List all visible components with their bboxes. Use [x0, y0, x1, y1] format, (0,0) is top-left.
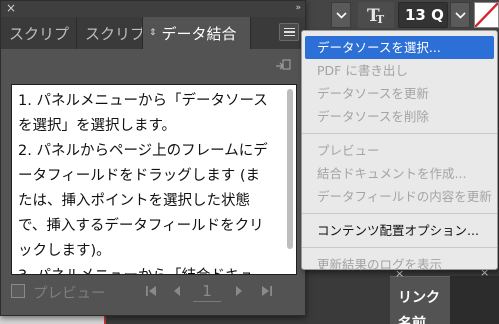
help-step: 2. パネルからページ上のフレームにデータフィールドをドラッグします (または、…: [18, 143, 268, 259]
tab-links[interactable]: リンク: [398, 287, 440, 307]
chevron-down-icon[interactable]: [331, 2, 351, 28]
tab-label: データ結合: [161, 24, 237, 43]
close-icon[interactable]: ×: [6, 1, 16, 15]
background-area: [450, 276, 499, 324]
panel-flyout-menu: データソースを選択... PDF に書き出し データソースを更新 データソースを削除プ…: [301, 30, 498, 272]
panel-footer: プレビュー 1: [1, 278, 305, 306]
menu-item[interactable]: プレビュー: [302, 139, 497, 162]
menu-item[interactable]: コンテンツ配置オプション...: [302, 219, 497, 242]
record-number-field[interactable]: 1: [193, 280, 221, 302]
menu-item[interactable]: データソースを更新: [302, 82, 497, 105]
hamburger-menu-icon[interactable]: [279, 23, 299, 41]
first-record-icon[interactable]: [141, 281, 161, 301]
data-merge-panel: × » スクリプ スクリプ ⇕ データ結合 1. パネルメニューから「データソー…: [0, 0, 306, 316]
menu-separator: [302, 133, 497, 134]
menu-item[interactable]: データフィールドの内容を更新: [302, 185, 497, 208]
links-column-name: 名前: [398, 316, 426, 324]
text-type-icon[interactable]: TT: [358, 2, 394, 28]
help-text: 1. パネルメニューから「データソースを選択」を選択します。 2. パネルからペー…: [12, 85, 296, 274]
menu-item[interactable]: 更新結果のログを表示: [302, 253, 497, 276]
no-fill-swatch-icon[interactable]: [474, 2, 499, 28]
tab-label: スクリプ: [85, 24, 143, 43]
menu-item[interactable]: PDF に書き出し: [302, 59, 497, 82]
menu-item[interactable]: 結合ドキュメントを作成...: [302, 162, 497, 185]
menu-item[interactable]: データソースを選択...: [305, 36, 494, 59]
preview-checkbox[interactable]: [11, 284, 25, 298]
help-text-box: 1. パネルメニューから「データソースを選択」を選択します。 2. パネルからペー…: [11, 84, 297, 275]
previous-record-icon[interactable]: [167, 281, 187, 301]
last-record-icon[interactable]: [257, 281, 277, 301]
font-size-field[interactable]: 13 Q: [398, 2, 448, 28]
help-step: 1. パネルメニューから「データソースを選択」を選択します。: [18, 93, 268, 134]
svg-text:T: T: [376, 13, 385, 25]
help-step: 3. パネルメニューから「結合ドキュ: [18, 264, 274, 274]
tab-scripts[interactable]: スクリプ: [1, 17, 77, 49]
sort-arrows-icon: ⇕: [149, 28, 157, 38]
panel-titlebar[interactable]: × »: [1, 1, 305, 17]
update-link-icon[interactable]: [275, 59, 291, 73]
preview-label: プレビュー: [33, 286, 106, 302]
tab-label: スクリプ: [9, 24, 70, 43]
next-record-icon[interactable]: [229, 281, 249, 301]
menu-separator: [302, 247, 497, 248]
menu-item[interactable]: データソースを削除: [302, 105, 497, 128]
chevron-down-icon[interactable]: [450, 2, 470, 28]
tab-script-label[interactable]: スクリプ: [77, 17, 143, 49]
collapse-icon[interactable]: »: [295, 1, 300, 15]
panel-tabs: スクリプ スクリプ ⇕ データ結合: [1, 17, 305, 49]
scrollbar[interactable]: [287, 89, 293, 249]
panel-toolrow: [1, 49, 305, 81]
tab-data-merge[interactable]: ⇕ データ結合: [143, 17, 251, 49]
menu-separator: [302, 213, 497, 214]
